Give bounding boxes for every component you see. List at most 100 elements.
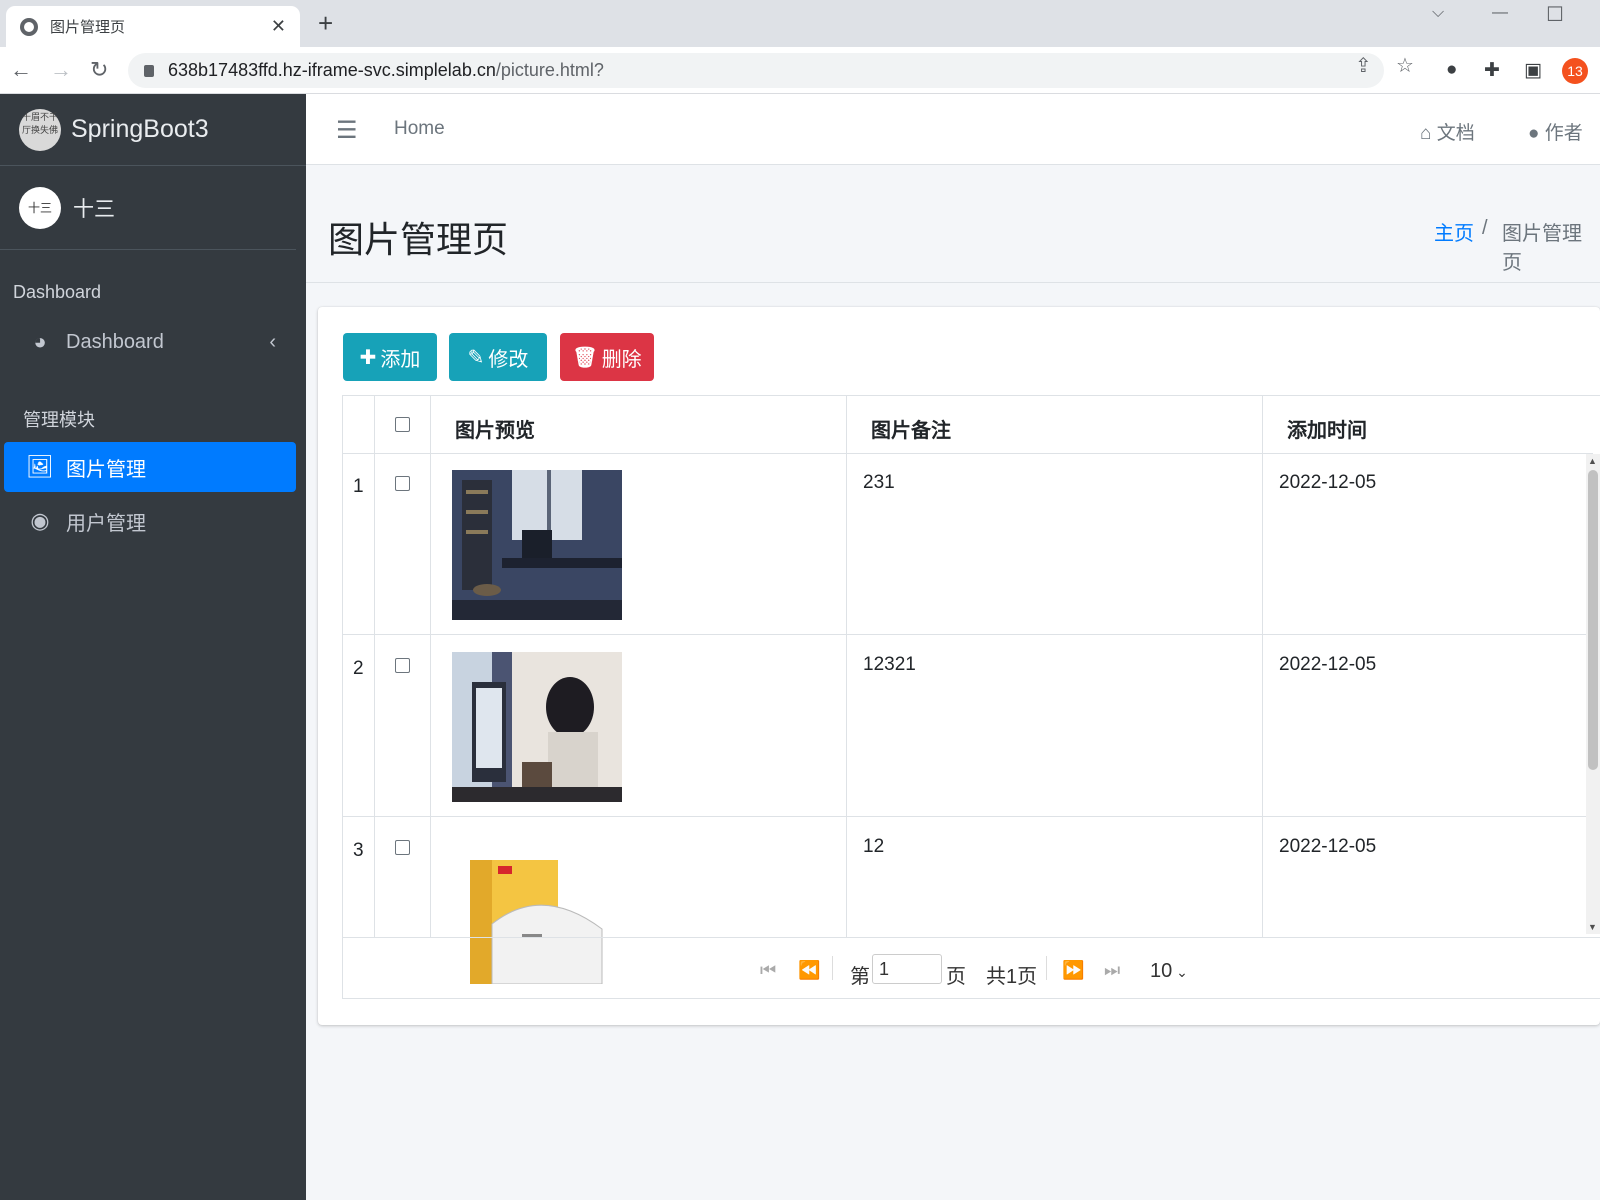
- next-page-icon[interactable]: ⏩: [1062, 960, 1084, 981]
- user-icon: ●: [1528, 123, 1545, 144]
- star-icon[interactable]: ☆: [1396, 53, 1414, 78]
- top-navbar: ☰ Home ⌂ 文档 ● 作者: [306, 94, 1600, 165]
- brand-logo: 十眉不千厅换失佛: [19, 108, 61, 151]
- scroll-down-icon[interactable]: ▼: [1588, 922, 1597, 932]
- minimize-icon[interactable]: —: [1492, 4, 1508, 22]
- sidebar-item-picture[interactable]: 🖼 图片管理: [4, 442, 296, 492]
- picture-card: ✚ 添加 ✎ 修改 🗑 删除 图片预览 图片备注 添加时间 1 231 2022…: [318, 307, 1600, 1025]
- table-scrollbar[interactable]: ▲ ▼: [1586, 454, 1600, 934]
- nav-header-modules: 管理模块: [23, 410, 95, 430]
- avatar: 十三: [19, 186, 61, 229]
- page-size-select[interactable]: 10 ⌄: [1150, 960, 1188, 983]
- delete-label: 删除: [601, 348, 642, 371]
- sidebar-item-label: 用户管理: [66, 512, 146, 535]
- reload-icon[interactable]: ↻: [90, 57, 108, 83]
- page-size-value: 10: [1150, 960, 1173, 982]
- chevron-down-icon: ⌄: [1172, 964, 1188, 980]
- browser-tab[interactable]: 图片管理页 ✕: [6, 6, 300, 47]
- table-row[interactable]: 2 12321 2022-12-05: [343, 636, 1593, 817]
- tab-title: 图片管理页: [50, 19, 126, 36]
- evernote-icon[interactable]: ●: [1446, 59, 1457, 81]
- globe-icon: [20, 17, 38, 36]
- browser-tab-strip: 图片管理页 ✕ + ⌵ — ☐: [0, 0, 1600, 47]
- table-header: 图片预览 图片备注 添加时间: [343, 396, 1593, 454]
- pager-divider: [1046, 956, 1047, 980]
- pager-divider: [832, 956, 833, 980]
- tab-close-icon[interactable]: ✕: [271, 16, 286, 37]
- last-page-icon[interactable]: ⏭: [1104, 960, 1120, 981]
- chevron-left-icon: ‹: [269, 330, 276, 353]
- select-all-checkbox[interactable]: [395, 417, 410, 432]
- row-checkbox[interactable]: [395, 658, 410, 673]
- author-label: 作者: [1544, 123, 1583, 144]
- page-title: 图片管理页: [328, 219, 509, 260]
- edit-icon: ✎: [467, 346, 485, 369]
- row-index: 1: [353, 476, 364, 497]
- add-label: 添加: [380, 348, 421, 371]
- avatar-text: 十三: [27, 200, 52, 215]
- url-field[interactable]: 638b17483ffd.hz-iframe-svc.simplelab.cn/…: [128, 53, 1384, 88]
- nav-header-dashboard: Dashboard: [13, 282, 102, 302]
- brand-link[interactable]: 十眉不千厅换失佛 SpringBoot3: [0, 94, 306, 166]
- page-input[interactable]: [872, 954, 942, 984]
- prev-page-icon[interactable]: ⏪: [798, 960, 820, 981]
- new-tab-icon[interactable]: +: [318, 10, 333, 36]
- edit-button[interactable]: ✎ 修改: [449, 333, 547, 381]
- sidebar-item-label: Dashboard: [66, 330, 164, 353]
- docs-link[interactable]: ⌂ 文档: [1420, 118, 1475, 145]
- picture-thumbnail[interactable]: [452, 470, 622, 620]
- row-checkbox[interactable]: [395, 840, 410, 855]
- home-icon: ⌂: [1420, 123, 1437, 144]
- pagination: ⏮ ⏪ 第 页 共1页 ⏩ ⏭ 10 ⌄: [342, 937, 1600, 999]
- sidebar: 十眉不千厅换失佛 SpringBoot3 十三 十三 Dashboard ◕ D…: [0, 94, 306, 1200]
- page-total: 共1页: [986, 966, 1038, 988]
- nav-home-link[interactable]: Home: [394, 118, 445, 140]
- maximize-icon[interactable]: ☐: [1546, 2, 1564, 27]
- column-header-date: 添加时间: [1287, 420, 1367, 442]
- back-icon[interactable]: ←: [10, 57, 32, 83]
- side-panel-icon[interactable]: ▣: [1524, 59, 1542, 82]
- docs-label: 文档: [1436, 123, 1475, 144]
- user-panel[interactable]: 十三 十三: [0, 166, 296, 250]
- breadcrumb-separator: /: [1482, 217, 1488, 239]
- url-path: /picture.html?: [495, 60, 604, 80]
- picture-table: 图片预览 图片备注 添加时间 1 231 2022-12-05 2 12321 …: [342, 395, 1600, 999]
- row-date: 2022-12-05: [1279, 836, 1377, 857]
- breadcrumb-home[interactable]: 主页: [1434, 217, 1474, 246]
- picture-thumbnail[interactable]: [452, 652, 622, 802]
- author-link[interactable]: ● 作者: [1528, 118, 1583, 145]
- image-icon: 🖼: [26, 454, 54, 479]
- user-name: 十三: [73, 197, 115, 221]
- delete-button[interactable]: 🗑 删除: [560, 333, 654, 381]
- edit-label: 修改: [488, 348, 529, 371]
- sidebar-item-dashboard[interactable]: ◕ Dashboard ‹: [4, 317, 296, 367]
- forward-icon[interactable]: →: [50, 57, 72, 83]
- address-bar: ← → ↻ 638b17483ffd.hz-iframe-svc.simplel…: [0, 47, 1600, 94]
- url-host: 638b17483ffd.hz-iframe-svc.simplelab.cn: [168, 60, 496, 80]
- user-circle-icon: ◉: [30, 508, 50, 533]
- trash-icon: 🗑: [572, 346, 598, 369]
- add-button[interactable]: ✚ 添加: [343, 333, 437, 381]
- lock-icon: [144, 64, 154, 77]
- first-page-icon[interactable]: ⏮: [760, 960, 776, 981]
- content-header: 图片管理页 主页 / 图片管理页: [306, 185, 1600, 283]
- brand-name: SpringBoot3: [71, 115, 209, 143]
- scrollbar-thumb[interactable]: [1588, 470, 1598, 770]
- scroll-up-icon[interactable]: ▲: [1588, 456, 1597, 466]
- row-date: 2022-12-05: [1279, 472, 1377, 493]
- sidebar-item-label: 图片管理: [66, 458, 146, 481]
- row-index: 2: [353, 658, 364, 679]
- row-index: 3: [353, 840, 364, 861]
- column-header-remark: 图片备注: [871, 420, 951, 442]
- table-row[interactable]: 1 231 2022-12-05: [343, 454, 1593, 635]
- extensions-icon[interactable]: ✚: [1484, 59, 1500, 82]
- share-icon[interactable]: ⇪: [1355, 53, 1372, 78]
- profile-badge[interactable]: 13: [1562, 58, 1588, 84]
- sidebar-item-user[interactable]: ◉ 用户管理: [4, 496, 296, 546]
- brand-logo-text: 十眉不千厅换失佛: [21, 111, 58, 135]
- row-checkbox[interactable]: [395, 476, 410, 491]
- menu-toggle-icon[interactable]: ☰: [336, 116, 358, 145]
- palette-icon: ◕: [33, 329, 47, 354]
- tab-search-icon[interactable]: ⌵: [1432, 4, 1444, 22]
- plus-icon: ✚: [359, 346, 377, 369]
